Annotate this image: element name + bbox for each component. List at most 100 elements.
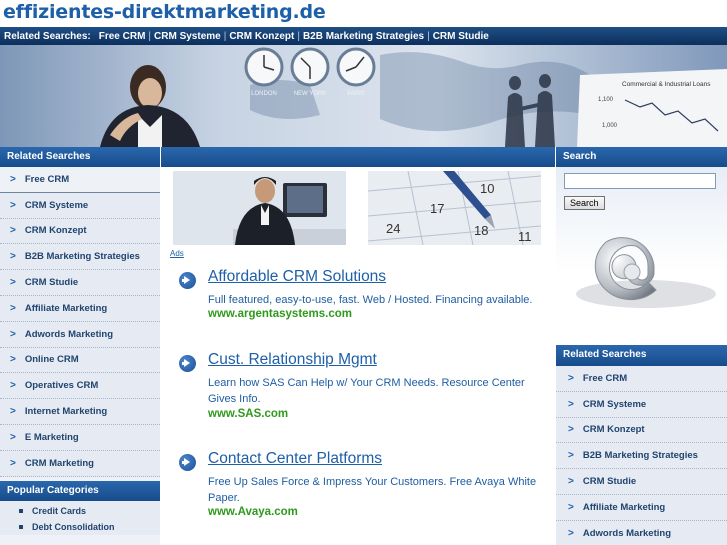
ad-url-link[interactable]: www.SAS.com — [208, 408, 288, 420]
svg-text:11: 11 — [518, 229, 532, 244]
sidebar-item-crm-konzept[interactable]: > CRM Konzept — [0, 218, 160, 245]
arrow-right-icon[interactable] — [179, 454, 196, 471]
ad-description: Learn how SAS Can Help w/ Your CRM Needs… — [208, 377, 525, 405]
right-item-free-crm[interactable]: > Free CRM — [556, 366, 727, 392]
right-related-header: Related Searches — [556, 345, 727, 366]
ad-title-link[interactable]: Contact Center Platforms — [208, 450, 382, 468]
ad-description: Full featured, easy-to-use, fast. Web / … — [208, 294, 533, 306]
chevron-right-icon: > — [568, 450, 574, 462]
sidebar-item-affiliate-marketing[interactable]: > Affiliate Marketing — [0, 295, 160, 322]
sidebar-item-e-marketing[interactable]: > E Marketing — [0, 424, 160, 451]
header-banner: LONDON NEW YORK PARIS Commercial & Indus… — [0, 45, 727, 147]
svg-text:1,000: 1,000 — [602, 123, 618, 129]
popular-list: Credit Cards Debt Consolidation — [0, 500, 160, 535]
top-link-crm-systeme[interactable]: CRM Systeme — [154, 31, 221, 42]
arrow-right-icon[interactable] — [179, 355, 196, 372]
ad-listing: Cust. Relationship Mgmt Learn how SAS Ca… — [179, 351, 549, 431]
sidebar-item-operatives-crm[interactable]: > Operatives CRM — [0, 373, 160, 400]
top-related-label: Related Searches: — [4, 30, 91, 42]
svg-text:Commercial & Industrial Loans: Commercial & Industrial Loans — [622, 81, 711, 88]
svg-text:17: 17 — [430, 201, 444, 216]
search-button[interactable]: Search — [564, 196, 605, 210]
chevron-right-icon: > — [10, 354, 16, 366]
arrow-right-icon[interactable] — [179, 272, 196, 289]
svg-text:24: 24 — [386, 221, 400, 236]
left-related-header: Related Searches — [0, 147, 160, 167]
top-link-free-crm[interactable]: Free CRM — [99, 31, 146, 42]
right-item-crm-konzept[interactable]: > CRM Konzept — [556, 417, 727, 444]
divider: | — [223, 30, 227, 42]
divider: | — [427, 30, 430, 42]
chevron-right-icon: > — [10, 431, 16, 443]
chevron-right-icon: > — [10, 302, 16, 314]
top-link-crm-konzept[interactable]: CRM Konzept — [229, 31, 294, 42]
search-input[interactable] — [564, 173, 716, 189]
chevron-right-icon: > — [568, 372, 574, 384]
calendar-photo: 17 24 18 11 10 — [368, 171, 541, 245]
chevron-right-icon: > — [568, 424, 574, 436]
ad-description: Free Up Sales Force & Impress Your Custo… — [208, 476, 537, 504]
svg-text:LONDON: LONDON — [251, 91, 277, 97]
search-header: Search — [556, 147, 727, 167]
banner-image: LONDON NEW YORK PARIS Commercial & Indus… — [0, 45, 727, 147]
bullet-icon — [19, 524, 23, 529]
site-title[interactable]: effizientes-direktmarketing.de — [3, 1, 326, 23]
ad-url-link[interactable]: www.Avaya.com — [208, 506, 298, 518]
chevron-right-icon: > — [10, 225, 16, 237]
svg-text:1,100: 1,100 — [598, 97, 614, 103]
ad-url-link[interactable]: www.argentasystems.com — [208, 308, 352, 320]
site-header: effizientes-direktmarketing.de — [0, 0, 727, 27]
bullet-icon — [19, 509, 23, 514]
sidebar-item-internet-marketing[interactable]: > Internet Marketing — [0, 399, 160, 425]
chevron-right-icon: > — [568, 476, 574, 488]
chevron-right-icon: > — [10, 457, 16, 469]
top-related-bar: Related Searches: Free CRM | CRM Systeme… — [0, 27, 727, 45]
right-item-affiliate-marketing[interactable]: > Affiliate Marketing — [556, 494, 727, 521]
ad-title-link[interactable]: Affordable CRM Solutions — [208, 268, 386, 286]
right-item-crm-systeme[interactable]: > CRM Systeme — [556, 391, 727, 418]
svg-text:PARIS: PARIS — [347, 91, 365, 97]
svg-text:18: 18 — [474, 223, 488, 238]
right-item-adwords-marketing[interactable]: > Adwords Marketing — [556, 520, 727, 545]
popular-item-credit-cards[interactable]: Credit Cards — [0, 504, 160, 520]
sidebar-item-crm-marketing[interactable]: > CRM Marketing — [0, 450, 160, 477]
left-sidebar: Related Searches > Free CRM > CRM Systeme … — [0, 147, 160, 545]
svg-text:NEW YORK: NEW YORK — [294, 91, 327, 97]
clock-paris — [336, 47, 376, 87]
right-related-panel: Related Searches > Free CRM > CRM Systeme … — [556, 345, 727, 545]
right-item-crm-studie[interactable]: > CRM Studie — [556, 469, 727, 495]
chevron-right-icon: > — [10, 173, 16, 185]
businessman-photo — [173, 171, 346, 245]
clock-new-york — [290, 47, 330, 87]
top-link-b2b-marketing[interactable]: B2B Marketing Strategies — [303, 31, 424, 42]
ads-label[interactable]: Ads — [170, 249, 184, 258]
at-sign-icon — [576, 237, 716, 308]
popular-item-debt-consolidation[interactable]: Debt Consolidation — [0, 519, 160, 535]
chevron-right-icon: > — [10, 251, 16, 263]
left-related-list: > Free CRM > CRM Systeme > CRM Konzept > B2B… — [0, 167, 160, 477]
popular-categories-header: Popular Categories — [0, 480, 160, 501]
svg-text:10: 10 — [480, 181, 494, 196]
chevron-right-icon: > — [568, 527, 574, 539]
right-item-b2b-marketing[interactable]: > B2B Marketing Strategies — [556, 443, 727, 470]
sidebar-item-online-crm[interactable]: > Online CRM — [0, 347, 160, 374]
main-content: 17 24 18 11 10 Ads Affordable CRM Soluti… — [161, 147, 555, 545]
chevron-right-icon: > — [568, 398, 574, 410]
ad-listing: Affordable CRM Solutions Full featured, … — [179, 268, 549, 328]
ad-title-link[interactable]: Cust. Relationship Mgmt — [208, 351, 377, 369]
divider: | — [297, 30, 300, 42]
sidebar-item-crm-studie[interactable]: > CRM Studie — [0, 270, 160, 296]
content-header-strip — [161, 147, 555, 167]
sidebar-item-free-crm[interactable]: > Free CRM — [0, 167, 160, 193]
sidebar-item-crm-systeme[interactable]: > CRM Systeme — [0, 192, 160, 219]
chevron-right-icon: > — [568, 501, 574, 513]
ad-listing: Contact Center Platforms Free Up Sales F… — [179, 450, 549, 530]
chevron-right-icon: > — [10, 277, 16, 289]
divider: | — [148, 30, 152, 42]
chevron-right-icon: > — [10, 406, 16, 418]
sidebar-item-adwords-marketing[interactable]: > Adwords Marketing — [0, 321, 160, 348]
clock-london — [244, 47, 284, 87]
chevron-right-icon: > — [10, 328, 16, 340]
sidebar-item-b2b-marketing[interactable]: > B2B Marketing Strategies — [0, 244, 160, 271]
top-link-crm-studie[interactable]: CRM Studie — [433, 31, 489, 42]
